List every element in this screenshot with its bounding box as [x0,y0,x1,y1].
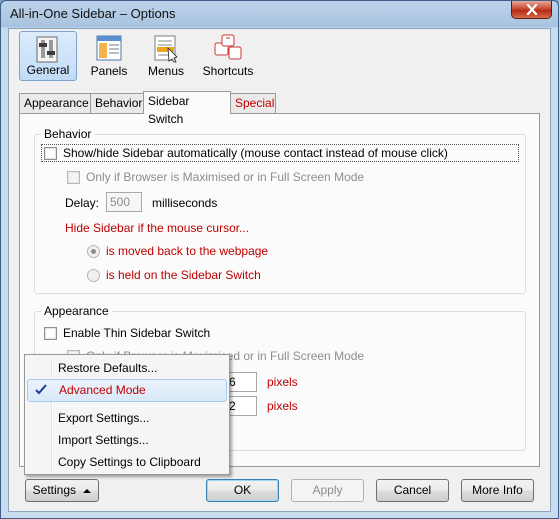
ok-button[interactable]: OK [206,479,279,502]
checkmark-icon [35,384,47,395]
pane-label: Shortcuts [202,64,254,78]
menu-item-import-settings[interactable]: Import Settings... [27,430,227,452]
behavior-group-title: Behavior [41,127,95,141]
tab-appearance[interactable]: Appearance [19,93,91,113]
apply-button[interactable]: Apply [291,479,364,502]
menu-item-label: Advanced Mode [59,383,146,397]
pane-panels[interactable]: Panels [84,31,134,81]
menus-icon [154,35,178,63]
pane-label: General [26,63,70,77]
radio-held-on-switch-label: is held on the Sidebar Switch [106,268,261,282]
pane-general[interactable]: General [19,31,77,81]
options-window: All-in-One Sidebar – Options General Pan… [0,0,559,519]
radio-moved-back-label: is moved back to the webpage [106,244,269,258]
tab-special[interactable]: Special [230,93,276,113]
shortcuts-icon [214,34,242,60]
menu-item-restore-defaults[interactable]: Restore Defaults... [27,358,227,380]
appearance-group-title: Appearance [41,304,112,318]
delay-label: Delay: [65,196,100,210]
settings-menu: Restore Defaults... Advanced Mode Export… [24,354,230,475]
panels-icon [96,35,122,61]
menu-item-advanced-mode[interactable]: Advanced Mode [27,379,227,402]
settings-label: Settings [32,483,76,497]
menu-item-label: Import Settings... [58,433,149,447]
behavior-group: Behavior Show/hide Sidebar automatically… [34,127,526,294]
pane-menus[interactable]: Menus [141,31,191,81]
caret-up-icon [83,488,92,493]
width-unit: pixels [267,375,298,389]
menu-separator [55,406,227,407]
radio-moved-back[interactable] [87,245,100,258]
pane-label: Panels [90,64,128,78]
only-maximised-checkbox[interactable] [67,171,80,184]
radio-held-on-switch[interactable] [87,269,100,282]
close-icon [526,4,537,15]
general-icon [36,36,58,63]
delay-input[interactable]: 500 [106,192,142,212]
thin-switch-label: Enable Thin Sidebar Switch [63,326,211,340]
thin-switch-checkbox[interactable] [44,327,57,340]
tab-sidebar-switch[interactable]: Sidebar Switch [143,91,231,126]
tab-behavior[interactable]: Behavior [90,93,144,113]
hide-heading: Hide Sidebar if the mouse cursor... [65,221,250,235]
pane-shortcuts[interactable]: Shortcuts [197,31,259,81]
menu-item-label: Restore Defaults... [58,361,158,375]
auto-show-label: Show/hide Sidebar automatically (mouse c… [63,146,448,160]
auto-show-checkbox[interactable] [44,147,57,160]
more-info-button[interactable]: More Info [461,479,534,502]
pane-toolbar: General Panels Menus Shortcuts [9,29,550,85]
menu-item-export-settings[interactable]: Export Settings... [27,408,227,430]
menu-item-label: Copy Settings to Clipboard [58,455,201,469]
window-title: All-in-One Sidebar – Options [10,6,176,21]
only-maximised-label: Only if Browser is Maximised or in Full … [86,170,365,184]
title-bar[interactable]: All-in-One Sidebar – Options [1,1,558,27]
menu-item-label: Export Settings... [58,411,150,425]
menu-item-copy-settings[interactable]: Copy Settings to Clipboard [27,452,227,474]
cancel-button[interactable]: Cancel [376,479,449,502]
settings-button[interactable]: Settings [25,479,99,502]
close-button[interactable] [511,1,552,19]
delay-unit-label: milliseconds [152,196,218,210]
height-unit: pixels [267,399,298,413]
pane-label: Menus [147,64,185,78]
